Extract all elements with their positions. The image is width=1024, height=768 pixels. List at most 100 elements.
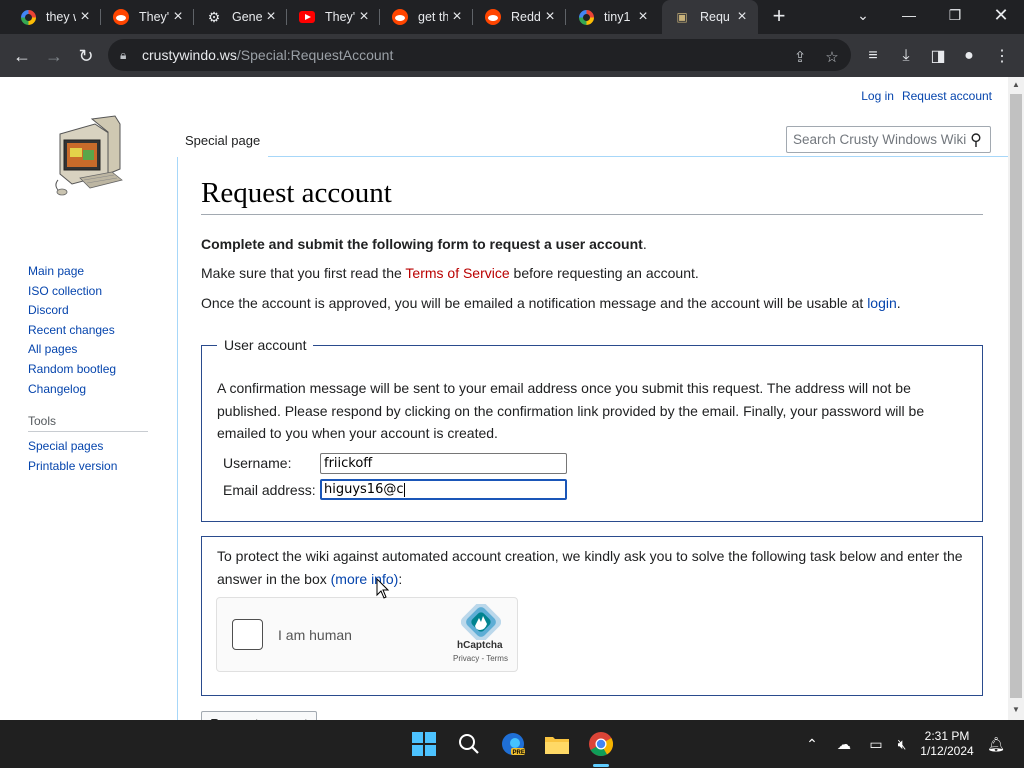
- sidebar-item-special-pages[interactable]: Special pages: [28, 439, 117, 459]
- media-control-icon[interactable]: ≡: [862, 45, 884, 67]
- tab-title: tiny1: [604, 10, 631, 24]
- file-explorer-icon[interactable]: [543, 730, 571, 758]
- hcaptcha-logo-icon: [461, 604, 501, 640]
- divider: [28, 431, 148, 432]
- request-account-link[interactable]: Request account: [902, 89, 992, 103]
- search-icon[interactable]: [455, 730, 483, 758]
- taskbar-clock[interactable]: 2:31 PM 1/12/2024: [915, 729, 979, 759]
- terms-of-service-link[interactable]: Terms of Service: [405, 265, 509, 281]
- close-icon[interactable]: ×: [263, 9, 279, 25]
- captcha-links[interactable]: Privacy - Terms: [453, 654, 508, 663]
- captcha-label: I am human: [278, 627, 352, 643]
- email-value: higuys16@c: [324, 482, 404, 497]
- intro-paragraph: Complete and submit the following form t…: [201, 236, 647, 252]
- browser-tab[interactable]: get th ×: [380, 0, 473, 34]
- browser-tab[interactable]: Reddi ×: [473, 0, 566, 34]
- captcha-brand: hCaptcha: [457, 640, 503, 651]
- sidebar-item-main-page[interactable]: Main page: [28, 264, 116, 284]
- close-icon[interactable]: ×: [170, 9, 186, 25]
- scroll-up-arrow-icon[interactable]: ▲: [1010, 80, 1022, 92]
- browser-tab[interactable]: They' ×: [101, 0, 194, 34]
- scroll-down-arrow-icon[interactable]: ▼: [1010, 705, 1022, 717]
- forward-button[interactable]: →: [40, 42, 68, 70]
- browser-tab[interactable]: they w ×: [8, 0, 101, 34]
- edge-beta-icon[interactable]: PRE: [499, 730, 527, 758]
- profile-icon[interactable]: ●: [958, 45, 980, 67]
- close-icon[interactable]: ×: [542, 9, 558, 25]
- mouse-cursor-icon: [376, 578, 390, 599]
- login-link[interactable]: Log in: [861, 89, 894, 103]
- text-caret: [403, 482, 405, 497]
- display-icon[interactable]: ▭: [867, 735, 885, 753]
- email-field[interactable]: higuys16@c: [320, 479, 567, 500]
- email-label: Email address:: [223, 482, 316, 498]
- tab-special-page[interactable]: Special page: [177, 124, 269, 157]
- share-icon[interactable]: ⇪: [790, 47, 810, 67]
- minimize-button[interactable]: —: [886, 0, 932, 30]
- close-icon[interactable]: ×: [734, 9, 750, 25]
- tab-title: Gene: [232, 10, 262, 24]
- search-icon[interactable]: ⚲: [966, 130, 986, 150]
- start-button-icon[interactable]: [410, 730, 438, 758]
- lock-icon: 🔒︎: [120, 47, 127, 62]
- reddit-icon: [113, 9, 129, 25]
- tab-title: get th: [418, 10, 448, 24]
- tos-paragraph: Make sure that you first read the Terms …: [201, 265, 699, 281]
- protect-text: To protect the wiki against automated ac…: [217, 545, 972, 590]
- new-tab-button[interactable]: +: [768, 5, 790, 28]
- address-bar[interactable]: 🔒︎ crustywindo.ws/Special:RequestAccount…: [108, 39, 851, 71]
- close-icon[interactable]: ×: [77, 9, 93, 25]
- approved-text: .: [896, 295, 901, 311]
- chevron-up-icon[interactable]: ⌃: [803, 735, 821, 753]
- side-panel-icon[interactable]: ◨: [927, 45, 949, 67]
- gear-icon: ⚙: [207, 8, 221, 25]
- protect-text-end: :: [398, 570, 403, 587]
- username-field[interactable]: friickoff: [320, 453, 567, 474]
- search-input[interactable]: Search Crusty Windows Wiki: [786, 126, 991, 153]
- chrome-icon[interactable]: [587, 730, 615, 758]
- sidebar-item-printable-version[interactable]: Printable version: [28, 459, 117, 479]
- star-icon[interactable]: ☆: [822, 47, 842, 67]
- menu-icon[interactable]: ⋮: [991, 45, 1013, 67]
- confirmation-text: A confirmation message will be sent to y…: [217, 380, 925, 441]
- browser-tab[interactable]: tiny1 ×: [566, 0, 659, 34]
- sidebar-navigation: Main page ISO collection Discord Recent …: [28, 264, 116, 401]
- web-page: Log in Request account Main page ISO coll…: [0, 77, 1008, 720]
- request-account-button[interactable]: Request account: [201, 711, 317, 720]
- back-button[interactable]: ←: [8, 42, 36, 70]
- svg-text:PRE: PRE: [513, 750, 525, 756]
- notification-bell-icon[interactable]: 🔔︎: [987, 735, 1005, 753]
- close-icon[interactable]: ×: [635, 9, 651, 25]
- sidebar-item-discord[interactable]: Discord: [28, 303, 116, 323]
- captcha-checkbox[interactable]: [232, 619, 263, 650]
- onedrive-icon[interactable]: ☁: [835, 735, 853, 753]
- sidebar-item-changelog[interactable]: Changelog: [28, 382, 116, 402]
- wiki-logo[interactable]: [50, 114, 125, 199]
- tab-title: Reque: [700, 10, 730, 24]
- url-host: crustywindo.ws: [142, 47, 237, 63]
- approved-paragraph: Once the account is approved, you will b…: [201, 295, 901, 311]
- sidebar-item-recent-changes[interactable]: Recent changes: [28, 323, 116, 343]
- sidebar-item-all-pages[interactable]: All pages: [28, 342, 116, 362]
- restore-button[interactable]: ❐: [932, 0, 978, 30]
- intro-text: Complete and submit the following form t…: [201, 236, 643, 252]
- browser-tab[interactable]: ⚙ Gene ×: [194, 0, 287, 34]
- window-close-button[interactable]: ✕: [978, 0, 1024, 30]
- reddit-icon: [392, 9, 408, 25]
- download-icon[interactable]: ⤓: [895, 45, 917, 67]
- browser-tab-active[interactable]: ▣ Reque ×: [662, 0, 758, 34]
- browser-toolbar: ← → ↻ 🔒︎ crustywindo.ws/Special:RequestA…: [0, 34, 1024, 77]
- browser-tab[interactable]: They' ×: [287, 0, 380, 34]
- volume-muted-icon[interactable]: 🔇︎: [893, 735, 911, 753]
- page-title: Request account: [201, 177, 392, 209]
- sidebar-item-random-bootleg[interactable]: Random bootleg: [28, 362, 116, 382]
- tab-search-button[interactable]: ⌄: [840, 0, 886, 30]
- browser-tab-strip: they w × They' × ⚙ Gene × They' × get th…: [0, 0, 1024, 34]
- login-link-inline[interactable]: login: [867, 295, 897, 311]
- tab-title: they w: [46, 10, 76, 24]
- scrollbar-thumb[interactable]: [1010, 94, 1022, 698]
- sidebar-item-iso-collection[interactable]: ISO collection: [28, 284, 116, 304]
- reload-button[interactable]: ↻: [72, 42, 100, 70]
- close-icon[interactable]: ×: [449, 9, 465, 25]
- close-icon[interactable]: ×: [356, 9, 372, 25]
